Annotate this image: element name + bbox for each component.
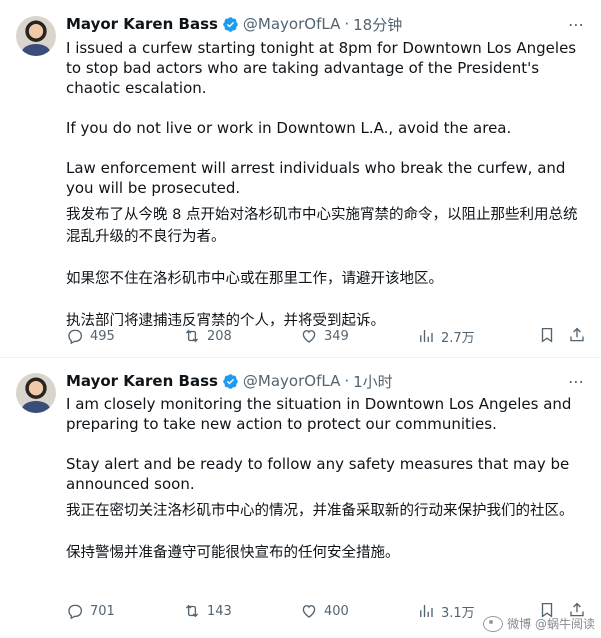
author-name[interactable]: Mayor Karen Bass [66, 372, 218, 390]
like-button[interactable]: 400 [300, 602, 417, 620]
reply-icon [68, 604, 83, 620]
views-count: 3.1万 [441, 605, 475, 621]
post-time[interactable]: 1小时 [353, 371, 393, 392]
watermark-text: 微博 @蜗牛阅读 [507, 617, 595, 631]
reply-count: 701 [90, 603, 115, 619]
verified-badge-icon [223, 16, 238, 32]
separator: · [344, 15, 350, 33]
share-button[interactable] [568, 326, 586, 348]
post-2[interactable]: Mayor Karen Bass @MayorOfLA · 1小时 ⋯ I am… [0, 359, 601, 638]
views-icon [420, 330, 433, 342]
watermark: 微博 @蜗牛阅读 [483, 615, 595, 632]
separator: · [344, 372, 350, 390]
bookmark-icon [541, 327, 553, 343]
reply-button[interactable]: 495 [66, 327, 183, 345]
author-handle[interactable]: @MayorOfLA [243, 372, 340, 390]
post-time[interactable]: 18分钟 [353, 14, 402, 35]
share-icon [570, 327, 584, 342]
body-en-3: Law enforcement will arrest individuals … [66, 159, 566, 197]
repost-count: 208 [207, 328, 232, 344]
repost-count: 143 [207, 603, 232, 619]
post-header: Mayor Karen Bass @MayorOfLA · 1小时 [66, 371, 393, 391]
reply-button[interactable]: 701 [66, 602, 183, 620]
heart-icon [302, 330, 316, 343]
post-header: Mayor Karen Bass @MayorOfLA · 18分钟 [66, 14, 402, 34]
body-cn-2: 保持警惕并准备遵守可能很快宣布的任何安全措施。 [66, 545, 400, 561]
body-en-2: If you do not live or work in Downtown L… [66, 119, 512, 137]
body-en-2: Stay alert and be ready to follow any sa… [66, 455, 570, 493]
like-count: 349 [324, 328, 349, 344]
views-button[interactable]: 2.7万 [417, 327, 534, 346]
bookmark-button[interactable] [538, 326, 556, 348]
body-en-1: I issued a curfew starting tonight at 8p… [66, 39, 577, 97]
repost-icon [185, 604, 199, 618]
post-1[interactable]: Mayor Karen Bass @MayorOfLA · 18分钟 ⋯ I i… [0, 0, 601, 358]
body-cn-1: 我发布了从今晚 8 点开始对洛杉矶市中心实施宵禁的命令，以阻止那些利用总统混乱升… [66, 207, 578, 245]
views-count: 2.7万 [441, 330, 475, 346]
more-icon[interactable]: ⋯ [567, 373, 585, 391]
heart-icon [302, 605, 316, 618]
reply-count: 495 [90, 328, 115, 344]
avatar[interactable] [16, 16, 56, 56]
repost-button[interactable]: 208 [183, 327, 300, 345]
body-en-1: I am closely monitoring the situation in… [66, 395, 572, 433]
post-body: I issued a curfew starting tonight at 8p… [66, 38, 586, 332]
like-count: 400 [324, 603, 349, 619]
action-bar: 495 208 349 2.7万 [66, 326, 586, 346]
post-body: I am closely monitoring the situation in… [66, 394, 586, 564]
body-cn-1: 我正在密切关注洛杉矶市中心的情况，并准备采取新的行动来保护我们的社区。 [66, 503, 574, 519]
author-name[interactable]: Mayor Karen Bass [66, 15, 218, 33]
reply-icon [68, 329, 83, 345]
more-icon[interactable]: ⋯ [567, 16, 585, 34]
avatar[interactable] [16, 373, 56, 413]
author-handle[interactable]: @MayorOfLA [243, 15, 340, 33]
like-button[interactable]: 349 [300, 327, 417, 345]
repost-icon [185, 329, 199, 343]
views-icon [420, 605, 433, 617]
verified-badge-icon [223, 373, 238, 389]
repost-button[interactable]: 143 [183, 602, 300, 620]
body-cn-2: 如果您不住在洛杉矶市中心或在那里工作，请避开该地区。 [66, 271, 443, 287]
weibo-logo-icon [483, 615, 504, 632]
